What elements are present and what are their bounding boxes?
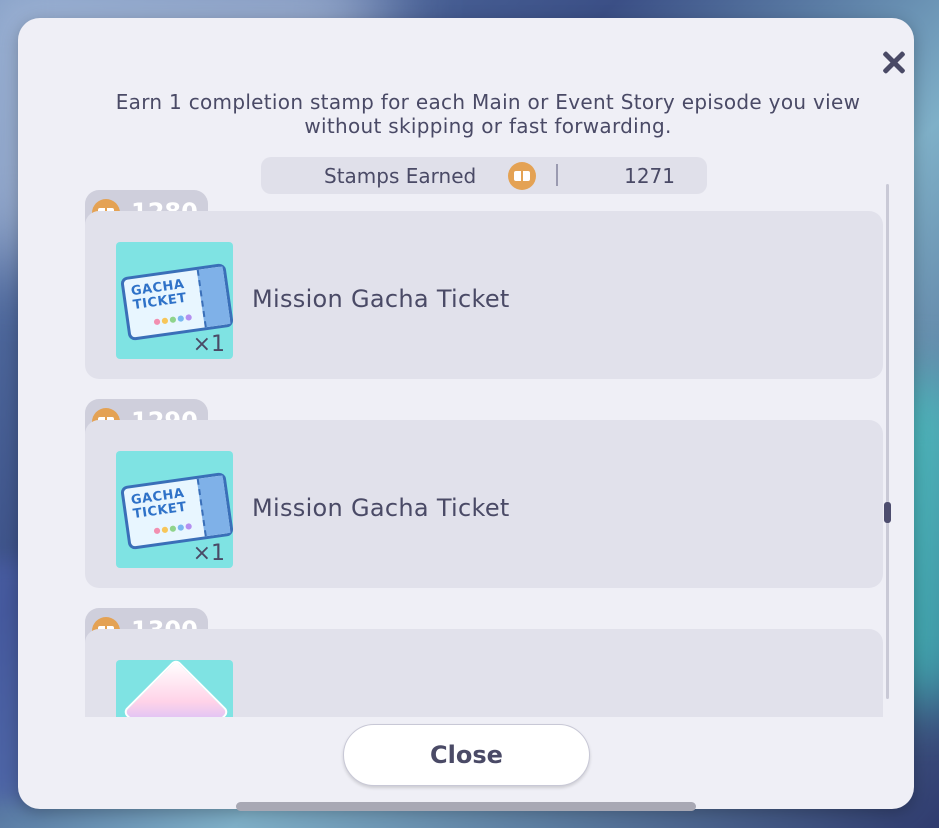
stamps-earned-label: Stamps Earned [324,164,477,188]
reward-card: GACHA TICKET ●●●●● ×1 Mission Gacha Tick… [85,420,883,588]
dialog-description: Earn 1 completion stamp for each Main or… [115,90,861,138]
home-indicator [236,802,696,811]
reward-list[interactable]: 1280 GACHA TICKET ●●●●● ×1 Mission Gacha… [66,188,886,717]
item-quantity: ×1 [192,541,225,566]
item-quantity: ×1 [192,332,225,357]
ticket-art-text: GACHA TICKET [130,276,188,314]
ticket-art-text: GACHA TICKET [130,485,188,523]
reward-card: GACHA TICKET ●●●●● ×1 Mission Gacha Tick… [85,211,883,379]
scrollbar-thumb[interactable] [884,502,891,523]
stamp-book-icon [508,162,536,190]
close-icon[interactable] [876,45,912,81]
stamps-earned-value: 1271 [624,164,675,188]
item-name: Mission Gacha Ticket [252,285,510,313]
scrollbar-track[interactable] [886,184,889,699]
divider [556,164,558,186]
item-name: Mission Gacha Ticket [252,494,510,522]
crystal-gem-icon[interactable] [116,660,233,717]
gacha-ticket-icon[interactable]: GACHA TICKET ●●●●● ×1 [116,451,233,568]
gacha-ticket-icon[interactable]: GACHA TICKET ●●●●● ×1 [116,242,233,359]
close-button[interactable]: Close [343,724,590,786]
reward-card [85,629,883,717]
stamp-rewards-dialog: Earn 1 completion stamp for each Main or… [18,18,914,809]
